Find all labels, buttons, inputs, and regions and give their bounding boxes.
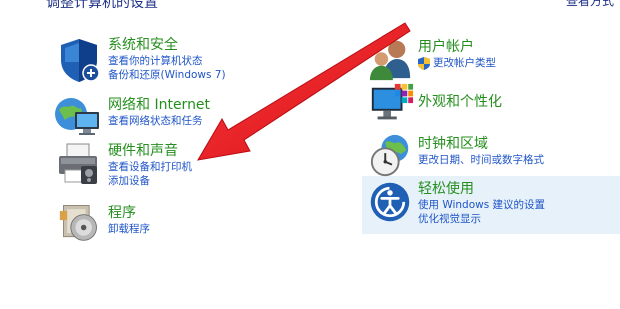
category-title-appearance-personalization[interactable]: 外观和个性化 <box>418 93 502 111</box>
page-title: 调整计算机的设置 <box>46 0 158 11</box>
category-title-network-internet[interactable]: 网络和 Internet <box>108 96 210 114</box>
link-view-network-status[interactable]: 查看网络状态和任务 <box>108 114 210 128</box>
link-backup-restore[interactable]: 备份和还原(Windows 7) <box>108 68 226 82</box>
link-add-device[interactable]: 添加设备 <box>108 174 192 188</box>
link-change-date-time-format[interactable]: 更改日期、时间或数字格式 <box>418 153 544 167</box>
ease-of-access-icon <box>368 180 416 228</box>
link-view-devices-printers[interactable]: 查看设备和打印机 <box>108 160 192 174</box>
category-title-user-accounts[interactable]: 用户帐户 <box>418 38 496 56</box>
clock-globe-icon <box>368 133 416 181</box>
users-icon <box>368 36 416 84</box>
link-change-account-type[interactable]: 更改帐户类型 <box>433 56 496 70</box>
category-title-programs[interactable]: 程序 <box>108 204 150 222</box>
category-title-hardware-sound[interactable]: 硬件和声音 <box>108 142 192 160</box>
view-by-label[interactable]: 查看方式 <box>566 0 614 9</box>
uac-shield-icon <box>418 56 430 70</box>
link-view-computer-status[interactable]: 查看你的计算机状态 <box>108 54 226 68</box>
printer-icon <box>55 140 103 188</box>
monitor-palette-icon <box>368 82 416 130</box>
category-title-clock-region[interactable]: 时钟和区域 <box>418 135 544 153</box>
link-use-recommended-settings[interactable]: 使用 Windows 建议的设置 <box>418 198 545 212</box>
link-optimize-visual-display[interactable]: 优化视觉显示 <box>418 212 545 226</box>
network-globe-icon <box>53 94 101 142</box>
category-title-system-security[interactable]: 系统和安全 <box>108 36 226 54</box>
category-title-ease-of-access[interactable]: 轻松使用 <box>418 180 545 198</box>
link-uninstall-program[interactable]: 卸载程序 <box>108 222 150 236</box>
programs-disc-icon <box>58 200 106 248</box>
shield-icon <box>55 36 103 84</box>
